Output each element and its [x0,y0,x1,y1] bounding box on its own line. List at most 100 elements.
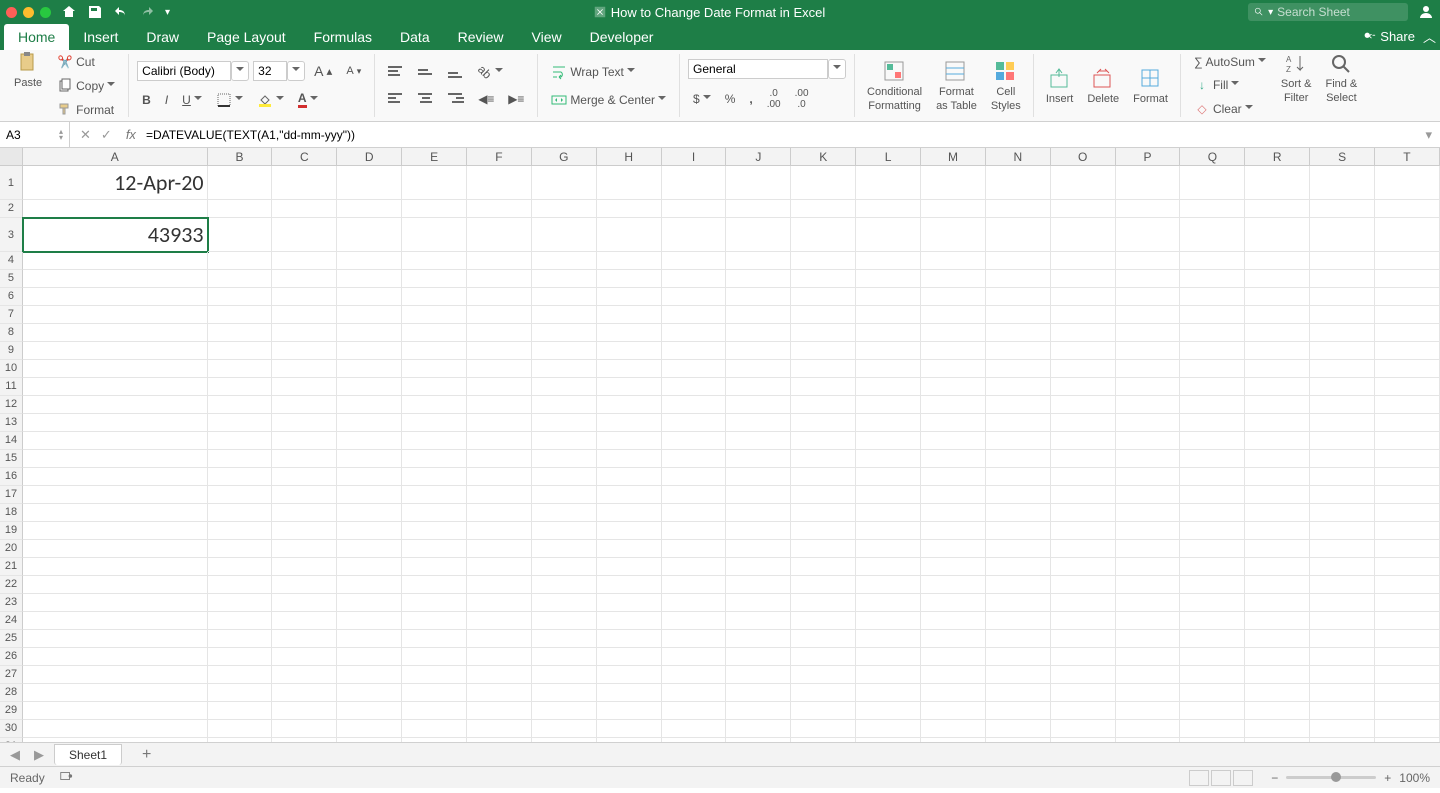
cell[interactable] [921,450,986,468]
cell[interactable] [272,612,337,630]
cell[interactable] [597,166,662,200]
cell[interactable] [1116,594,1181,612]
clear-button[interactable]: ◇Clear [1189,98,1271,120]
cell[interactable] [921,540,986,558]
cell[interactable] [662,432,727,450]
cell[interactable] [467,342,532,360]
cell[interactable] [1310,200,1375,218]
cell[interactable] [532,414,597,432]
tab-review[interactable]: Review [444,24,518,50]
cell[interactable] [1180,218,1245,252]
cell[interactable] [402,252,467,270]
page-break-view-icon[interactable] [1233,770,1253,786]
cell[interactable] [337,306,402,324]
search-input[interactable] [1277,5,1402,19]
cell[interactable] [1375,396,1440,414]
zoom-in-button[interactable]: + [1384,771,1391,785]
cell[interactable] [1245,218,1310,252]
find-select-button[interactable]: Find &Select [1321,52,1361,120]
cell[interactable] [856,342,921,360]
cell[interactable] [1245,486,1310,504]
cell[interactable] [1375,630,1440,648]
cell[interactable] [597,270,662,288]
border-button[interactable] [211,89,248,111]
cell[interactable] [402,414,467,432]
cell[interactable] [856,468,921,486]
cell[interactable] [1375,486,1440,504]
cell[interactable] [1051,666,1116,684]
cell[interactable] [1245,378,1310,396]
cell[interactable] [402,200,467,218]
cell[interactable] [1051,630,1116,648]
cell[interactable] [662,666,727,684]
cell[interactable] [1375,720,1440,738]
cell[interactable] [337,684,402,702]
cell[interactable] [1116,702,1181,720]
cell[interactable] [1245,270,1310,288]
cell[interactable] [856,648,921,666]
cell[interactable] [23,252,208,270]
cell[interactable] [856,270,921,288]
cell[interactable] [272,200,337,218]
cell[interactable] [597,594,662,612]
undo-icon[interactable] [113,4,129,20]
cell[interactable] [1180,324,1245,342]
cell[interactable] [402,324,467,342]
cell[interactable] [1051,450,1116,468]
cell[interactable] [272,306,337,324]
cell[interactable] [986,720,1051,738]
cell[interactable] [337,166,402,200]
cell[interactable] [662,486,727,504]
cell[interactable] [597,360,662,378]
cell[interactable] [986,414,1051,432]
macro-record-icon[interactable] [59,769,73,786]
cell[interactable] [467,558,532,576]
cell[interactable] [1180,486,1245,504]
cell[interactable] [791,720,856,738]
cell[interactable] [597,486,662,504]
cell[interactable] [337,648,402,666]
cell[interactable] [986,468,1051,486]
cell[interactable] [337,288,402,306]
cell[interactable] [856,200,921,218]
cell[interactable] [662,738,727,742]
cell[interactable] [1375,684,1440,702]
cell[interactable] [791,450,856,468]
cell[interactable] [726,702,791,720]
cell[interactable] [1051,432,1116,450]
cell[interactable] [662,720,727,738]
cell[interactable] [662,504,727,522]
cell[interactable] [272,666,337,684]
cell[interactable] [1180,360,1245,378]
cell[interactable] [272,218,337,252]
cell[interactable] [856,252,921,270]
cell[interactable] [1310,306,1375,324]
cell[interactable] [921,414,986,432]
cell[interactable] [1245,450,1310,468]
cell[interactable] [208,360,273,378]
cell[interactable] [1310,432,1375,450]
cell[interactable] [986,630,1051,648]
cell[interactable] [662,252,727,270]
cell[interactable] [1375,218,1440,252]
save-icon[interactable] [87,4,103,20]
cell[interactable] [856,288,921,306]
cell[interactable] [208,738,273,742]
cell[interactable] [921,486,986,504]
cell[interactable] [402,648,467,666]
cell[interactable] [986,432,1051,450]
cell[interactable] [791,630,856,648]
cell[interactable] [1245,324,1310,342]
cell[interactable] [1245,720,1310,738]
cell[interactable] [402,504,467,522]
cell[interactable] [272,594,337,612]
cell[interactable] [986,288,1051,306]
worksheet-grid[interactable]: ABCDEFGHIJKLMNOPQRST 112-Apr-20234393345… [0,148,1440,742]
cell[interactable] [532,630,597,648]
cell[interactable] [791,612,856,630]
cell[interactable] [1051,576,1116,594]
cell[interactable] [337,594,402,612]
cell[interactable] [1375,468,1440,486]
increase-decimal-button[interactable]: .0.00 [762,85,786,113]
col-header[interactable]: E [402,148,467,166]
